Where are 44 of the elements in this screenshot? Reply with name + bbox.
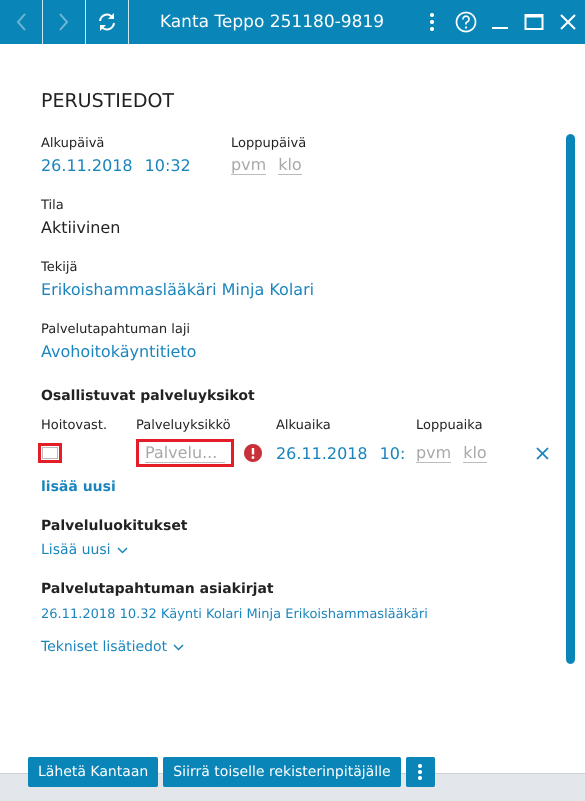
forward-icon xyxy=(59,13,69,31)
window-title: Kanta Teppo 251180-9819 xyxy=(158,12,386,32)
help-icon[interactable] xyxy=(455,11,477,33)
column-header: Palveluyksikkö xyxy=(136,418,231,433)
unit-field[interactable]: Palvelu... xyxy=(136,439,234,467)
time-field[interactable]: klo xyxy=(463,444,487,462)
checkbox[interactable] xyxy=(42,447,58,459)
field-label: Tekijä xyxy=(41,260,78,275)
field-link[interactable]: Erikoishammaslääkäri Minja Kolari xyxy=(41,280,314,299)
subsection-heading: Palvelutapahtuman asiakirjat xyxy=(41,581,274,597)
subsection-heading: Palveluluokitukset xyxy=(41,518,188,534)
error-icon xyxy=(244,444,262,462)
document-link[interactable]: 26.11.2018 10.32 Käynti Kolari Minja Erikoishammaslääkäri xyxy=(41,607,428,622)
field-label: Tila xyxy=(41,198,64,213)
details-toggle[interactable]: Tekniset lisätiedot xyxy=(41,639,184,655)
chevron-down-icon xyxy=(116,546,128,554)
more-icon xyxy=(417,763,424,781)
refresh-icon xyxy=(96,11,118,33)
maximize-icon[interactable] xyxy=(523,11,545,33)
action-button[interactable]: Siirrä toiselle rekisterinpitäjälle xyxy=(163,757,401,787)
time-value[interactable]: 10:32 xyxy=(144,156,191,175)
column-header: Loppuaika xyxy=(416,418,483,433)
field-label: Alkupäivä xyxy=(41,136,104,151)
back-icon xyxy=(16,13,26,31)
section-heading: PERUSTIEDOT xyxy=(41,90,174,112)
field-label: Loppupäivä xyxy=(231,136,306,151)
add-dropdown[interactable]: Lisää uusi xyxy=(41,542,128,558)
more-button[interactable] xyxy=(406,757,435,787)
action-button[interactable]: Lähetä Kantaan xyxy=(28,757,158,787)
field-value: Aktiivinen xyxy=(41,218,120,237)
remove-icon[interactable] xyxy=(536,446,549,460)
field-label: Palvelutapahtuman laji xyxy=(41,322,190,337)
date-value[interactable]: 26.11.2018 xyxy=(276,444,368,462)
date-field[interactable]: pvm xyxy=(416,444,452,462)
time-field[interactable]: klo xyxy=(278,156,302,175)
date-value[interactable]: 26.11.2018 xyxy=(41,156,133,175)
date-field[interactable]: pvm xyxy=(231,156,266,175)
field-link[interactable]: Avohoitokäyntitieto xyxy=(41,342,196,361)
column-header: Alkuaika xyxy=(276,418,331,433)
subsection-heading: Osallistuvat palveluyksikot xyxy=(41,388,255,404)
add-link[interactable]: lisää uusi xyxy=(41,479,116,495)
time-value[interactable]: 10: xyxy=(380,444,406,462)
column-header: Hoitovast. xyxy=(41,418,108,433)
chevron-down-icon xyxy=(173,644,184,650)
